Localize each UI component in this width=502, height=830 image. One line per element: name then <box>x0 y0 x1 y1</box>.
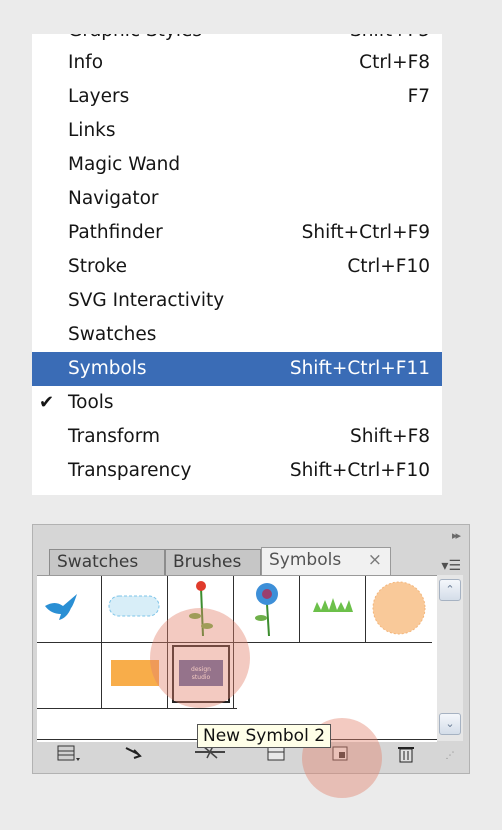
resize-grip-icon[interactable]: ⋰ <box>437 742 463 770</box>
window-menu: Graphic Styles Shift+F5 InfoCtrl+F8Layer… <box>32 34 442 495</box>
tab-label: Brushes <box>173 552 242 572</box>
libraries-icon <box>57 745 80 761</box>
symbol-grass[interactable] <box>301 576 365 640</box>
symbol-bird[interactable] <box>37 576 101 640</box>
highlight-circle <box>150 608 250 708</box>
tab-label: Swatches <box>57 552 139 572</box>
menu-item-label: Symbols <box>68 358 147 379</box>
tooltip: New Symbol 2 <box>197 724 332 748</box>
checkmark-icon: ✔ <box>39 392 55 413</box>
menu-item-label: Swatches <box>68 324 157 345</box>
symbol-orange-puff[interactable] <box>367 576 431 640</box>
scroll-down-button[interactable]: ⌄ <box>439 713 461 735</box>
panel-menu-icon[interactable]: ▾☰ <box>441 558 461 574</box>
menu-item-stroke[interactable]: Stroke Ctrl+F10 <box>32 250 442 284</box>
menu-item-label: Magic Wand <box>68 154 181 175</box>
delete-symbol-button[interactable] <box>389 742 423 770</box>
collapse-panel-button[interactable]: ▸▸ <box>452 529 461 542</box>
menu-item-transparency[interactable]: Transparency Shift+Ctrl+F10 <box>32 454 442 488</box>
place-symbol-instance-icon[interactable] <box>119 742 153 770</box>
symbol-blank[interactable] <box>37 642 101 706</box>
trash-icon <box>398 747 414 763</box>
menu-item-label: SVG Interactivity <box>68 290 225 311</box>
vertical-scrollbar[interactable]: ⌃ ⌄ <box>437 575 463 741</box>
tab-swatches[interactable]: Swatches <box>49 549 165 575</box>
menu-item-label: Tools <box>68 392 114 413</box>
symbol-blue-flower[interactable] <box>235 576 299 640</box>
menu-item-shortcut: F7 <box>407 86 430 107</box>
menu-item-label: Pathfinder <box>68 222 163 243</box>
menu-item-magic-wand[interactable]: Magic Wand <box>32 148 442 182</box>
tab-label: Symbols <box>269 550 342 570</box>
menu-item-label: Navigator <box>68 188 159 209</box>
symbol-libraries-menu-icon[interactable] <box>51 742 85 770</box>
menu-item-tools[interactable]: ✔ Tools <box>32 386 442 420</box>
menu-item-shortcut: Shift+Ctrl+F11 <box>289 358 430 379</box>
menu-item-svg-interactivity[interactable]: SVG Interactivity <box>32 284 442 318</box>
menu-item-symbols[interactable]: Symbols Shift+Ctrl+F11 <box>32 352 442 386</box>
menu-item-label: Layers <box>68 86 130 107</box>
menu-item-label: Links <box>68 120 116 141</box>
menu-item-layers[interactable]: Layers F7 <box>32 80 442 114</box>
menu-item-links[interactable]: Links <box>32 114 442 148</box>
menu-item-shortcut: Shift+Ctrl+F10 <box>289 460 430 481</box>
scroll-up-button[interactable]: ⌃ <box>439 579 461 601</box>
arrow-icon <box>125 747 142 759</box>
orange-puff-icon <box>372 581 426 635</box>
close-tab-icon[interactable]: × <box>368 548 382 573</box>
menu-item-label: Transform <box>68 426 161 447</box>
menu-item-label: Info <box>68 52 104 73</box>
menu-item-navigator[interactable]: Navigator <box>32 182 442 216</box>
menu-item-pathfinder[interactable]: Pathfinder Shift+Ctrl+F9 <box>32 216 442 250</box>
menu-item-shortcut: Shift+F8 <box>350 426 430 447</box>
grass-icon <box>313 598 353 612</box>
bird-icon <box>45 594 77 620</box>
menu-item-label: Stroke <box>68 256 127 277</box>
menu-item-swatches[interactable]: Swatches <box>32 318 442 352</box>
menu-item-shortcut: Ctrl+F10 <box>347 256 430 277</box>
menu-item-info[interactable]: Info Ctrl+F8 <box>32 46 442 80</box>
menu-item-shortcut: Shift+Ctrl+F9 <box>301 222 430 243</box>
tab-brushes[interactable]: Brushes <box>165 549 261 575</box>
tab-symbols[interactable]: Symbols × <box>261 547 391 575</box>
menu-item-label: Transparency <box>68 460 192 481</box>
blue-flower-icon <box>255 583 278 637</box>
menu-item-transform[interactable]: Transform Shift+F8 <box>32 420 442 454</box>
menu-item-shortcut: Ctrl+F8 <box>359 52 430 73</box>
